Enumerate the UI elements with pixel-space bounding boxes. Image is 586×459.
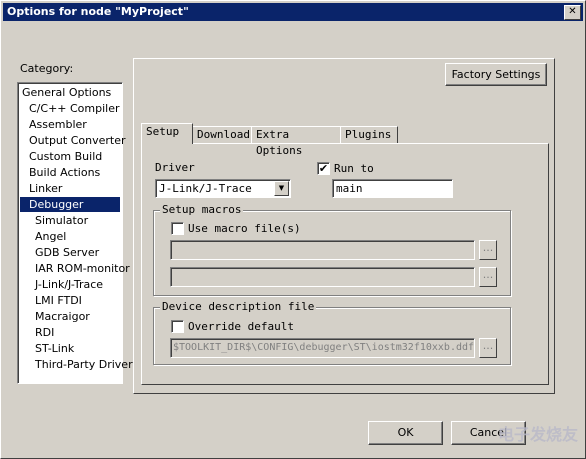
device-browse-button[interactable]: ... [479,338,497,358]
close-icon[interactable]: ✕ [564,5,581,20]
chevron-down-icon[interactable]: ▼ [274,181,289,196]
category-item-macraigor[interactable]: Macraigor [20,309,120,324]
category-item-linker[interactable]: Linker [20,181,120,196]
tab-download-label: Download [197,128,250,141]
category-item-iar-rom-monitor[interactable]: IAR ROM-monitor [20,261,130,276]
category-item-third-party-driver[interactable]: Third-Party Driver [20,357,133,372]
device-description-label: Device description file [160,300,317,313]
tab-setup-label: Setup [146,125,180,138]
browse-button-1[interactable]: ... [479,240,497,260]
setup-macros-label: Setup macros [160,203,244,216]
category-label: Category: [20,62,74,75]
category-list[interactable]: General Options C/C++ Compiler Assembler… [17,82,133,384]
factory-settings-button[interactable]: Factory Settings [445,63,547,86]
tab-plugins[interactable]: Plugins [340,126,398,143]
tab-setup[interactable]: Setup [141,123,193,144]
watermark-logo: 电子发烧友 [497,425,578,444]
category-item-gdb-server[interactable]: GDB Server [20,245,120,260]
category-item-debugger[interactable]: Debugger [20,197,120,212]
use-macro-label: Use macro file(s) [188,222,301,235]
run-to-value: main [336,182,363,195]
run-to-label: Run to [334,162,374,175]
tab-plugins-label: Plugins [345,128,392,141]
driver-select-value: J-Link/J-Trace [159,182,252,195]
tab-download[interactable]: Download [192,126,252,143]
device-file-field: $TOOLKIT_DIR$\CONFIG\debugger\ST\iostm32… [170,338,475,358]
device-file-value: $TOOLKIT_DIR$\CONFIG\debugger\ST\iostm32… [173,342,475,353]
category-item-lmi-ftdi[interactable]: LMI FTDI [20,293,120,308]
category-item-c-compiler[interactable]: C/C++ Compiler [20,101,120,116]
browse-button-2[interactable]: ... [479,267,497,287]
override-default-label: Override default [188,320,294,333]
category-item-output-converter[interactable]: Output Converter [20,133,126,148]
macro-file-field-1 [170,240,475,260]
macro-file-field-2 [170,267,475,287]
category-item-angel[interactable]: Angel [20,229,120,244]
override-default-checkbox[interactable] [171,320,184,333]
category-item-custom-build[interactable]: Custom Build [20,149,120,164]
run-to-checkbox[interactable]: ✔ [317,162,330,175]
category-item-st-link[interactable]: ST-Link [20,341,120,356]
use-macro-checkbox[interactable] [171,222,184,235]
run-to-field[interactable]: main [332,179,453,198]
category-item-assembler[interactable]: Assembler [20,117,120,132]
category-item-build-actions[interactable]: Build Actions [20,165,120,180]
tab-extra-options[interactable]: Extra Options [251,126,341,157]
window-title: Options for node "MyProject" [7,5,189,18]
category-item-simulator[interactable]: Simulator [20,213,120,228]
category-item-rdi[interactable]: RDI [20,325,120,340]
driver-label: Driver [155,161,195,174]
driver-select[interactable]: J-Link/J-Trace ▼ [155,179,291,198]
category-item-general-options[interactable]: General Options [20,85,120,100]
title-bar: Options for node "MyProject" ✕ [3,3,583,21]
ok-button[interactable]: OK [368,421,443,445]
category-item-j-link[interactable]: J-Link/J-Trace [20,277,120,292]
